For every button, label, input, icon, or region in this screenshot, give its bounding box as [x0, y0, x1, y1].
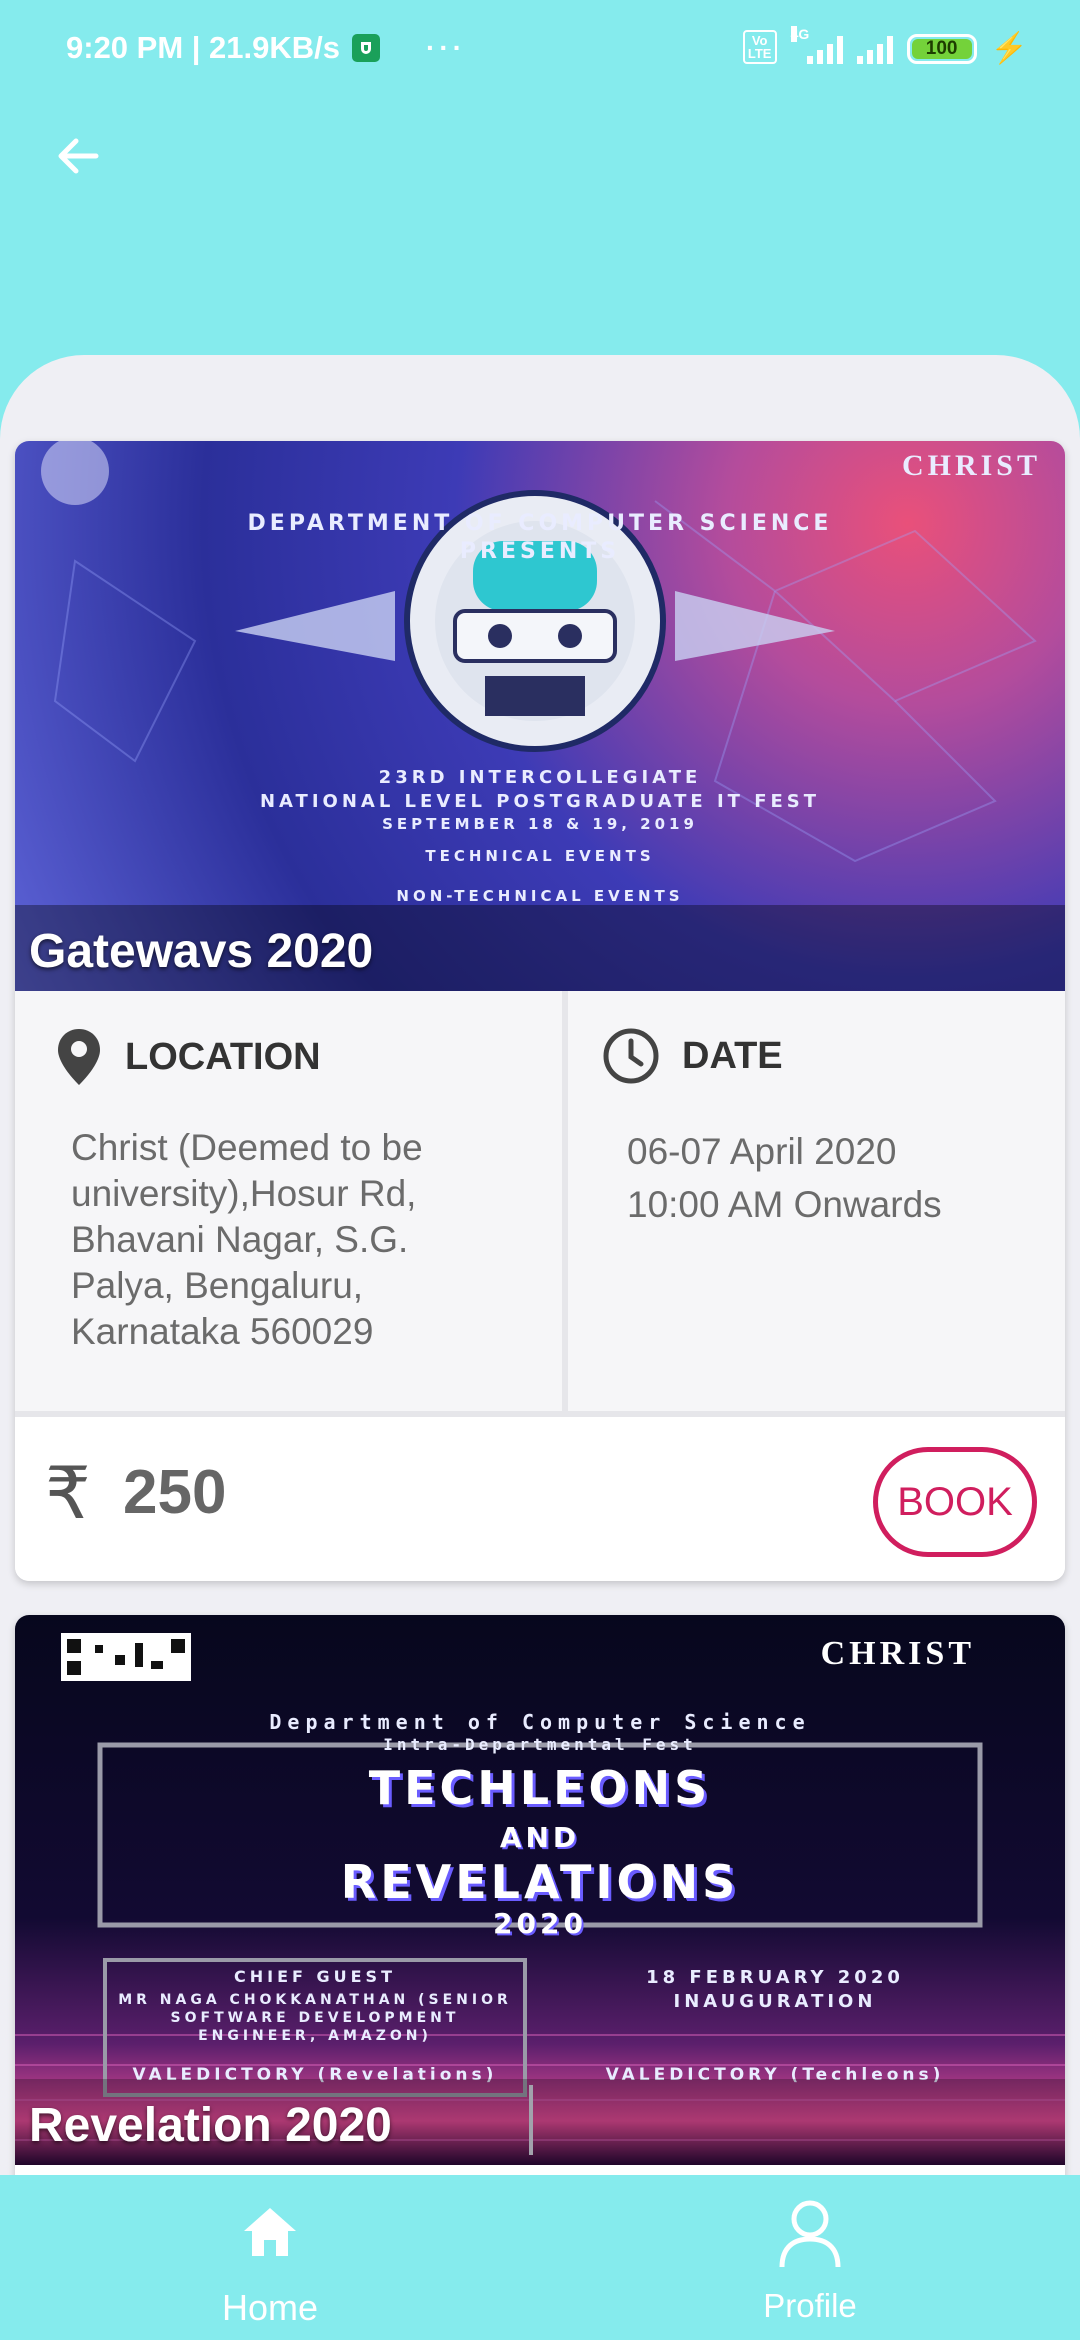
event-poster[interactable]: CHRIST DEPARTMENT OF COMPUTER SCIENCE PR… — [15, 441, 1065, 991]
event-poster[interactable]: CHRIST Department of Computer Science In… — [15, 1615, 1065, 2165]
arrow-left-icon — [58, 138, 99, 174]
poster-line: CHIEF GUEST — [233, 1967, 396, 1986]
event-info: LOCATION Christ (Deemed to be university… — [15, 991, 1065, 1411]
status-right: Vo LTE 4G 100 ⚡ — [742, 26, 1028, 65]
poster-line: SEPTEMBER 18 & 19, 2019 — [382, 815, 698, 833]
poster-line: 23RD INTERCOLLEGIATE — [378, 767, 702, 788]
profile-icon — [779, 2200, 841, 2268]
date-range: 06-07 April 2020 — [627, 1131, 897, 1172]
poster-line: Department of Computer Science — [269, 1710, 811, 1734]
poster-line: PRESENTS — [459, 539, 621, 564]
poster-brand: CHRIST — [901, 449, 1041, 482]
home-icon — [244, 2208, 296, 2256]
book-button[interactable]: BOOK — [873, 1447, 1037, 1557]
start-time: 10:00 AM Onwards — [627, 1184, 942, 1225]
poster-line: INAUGURATION — [673, 1991, 877, 2012]
location-address: Christ (Deemed to be university),Hosur R… — [71, 1127, 423, 1352]
nav-home-label: Home — [221, 2287, 319, 2328]
poster-line: AND — [499, 1821, 581, 1854]
poster-line: NATIONAL LEVEL POSTGRADUATE IT FEST — [259, 791, 821, 812]
shield-icon — [352, 34, 381, 62]
bottom-navigation: Home Profile — [0, 2175, 1080, 2340]
location-header: LOCATION — [55, 1027, 321, 1087]
event-title: Revelation 2020 — [29, 2099, 392, 2152]
poster-brand: CHRIST — [820, 1635, 975, 1672]
nav-home[interactable]: Home — [0, 2175, 540, 2340]
ticket-price: 250 — [123, 1458, 227, 1527]
poster-line: DEPARTMENT OF COMPUTER SCIENCE — [247, 511, 833, 536]
date-header: DATE — [602, 1027, 783, 1085]
clock-icon — [603, 1028, 659, 1084]
poster-line: 2020 — [493, 1907, 587, 1940]
poster-line: 18 FEBRUARY 2020 — [646, 1967, 904, 1988]
charging-icon: ⚡ — [990, 32, 1028, 65]
battery-level: 100 — [911, 38, 972, 59]
poster-line: NON-TECHNICAL EVENTS — [396, 887, 684, 905]
poster-line: REVELATIONS — [340, 1855, 740, 1909]
poster-line: Intra-Departmental Fest — [383, 1735, 697, 1754]
event-card[interactable]: CHRIST Department of Computer Science In… — [15, 1615, 1065, 2185]
date-section: DATE 06-07 April 2020 10:00 AM Onwards — [568, 991, 1065, 1411]
signal-4g-icon: 4G — [790, 26, 843, 64]
volte-icon: Vo LTE — [742, 30, 777, 64]
date-label: DATE — [682, 1034, 783, 1077]
location-pin-icon — [58, 1029, 100, 1085]
nav-profile[interactable]: Profile — [540, 2175, 1080, 2340]
nav-profile-label: Profile — [763, 2287, 857, 2324]
event-card[interactable]: CHRIST DEPARTMENT OF COMPUTER SCIENCE PR… — [15, 441, 1065, 1581]
battery-icon: 100 — [906, 34, 977, 64]
event-title: Gatewavs 2020 — [29, 925, 374, 978]
events-list[interactable]: CHRIST DEPARTMENT OF COMPUTER SCIENCE PR… — [0, 355, 1080, 2185]
signal-icon — [856, 34, 893, 64]
back-button[interactable] — [50, 128, 106, 184]
rupee-icon: ₹ — [45, 1451, 91, 1535]
status-left: 9:20 PM | 21.9KB/s ··· — [66, 30, 466, 66]
location-label: LOCATION — [125, 1035, 321, 1078]
poster-line: TECHLEONS — [368, 1761, 712, 1815]
location-section: LOCATION Christ (Deemed to be university… — [15, 991, 568, 1411]
network-type-label: 4G — [790, 26, 810, 42]
more-notifications-icon: ··· — [426, 32, 467, 63]
status-time: 9:20 PM | 21.9KB/s — [66, 30, 341, 65]
poster-line: MR NAGA CHOKKANATHAN (SENIOR SOFTWARE DE… — [118, 1992, 512, 2044]
price-row: ₹ 250 BOOK — [15, 1411, 1065, 1581]
poster-line: TECHNICAL EVENTS — [425, 847, 655, 865]
date-text: 06-07 April 2020 10:00 AM Onwards — [627, 1125, 1057, 1231]
status-bar: 9:20 PM | 21.9KB/s ··· Vo LTE 4G 100 ⚡ — [0, 0, 1080, 100]
